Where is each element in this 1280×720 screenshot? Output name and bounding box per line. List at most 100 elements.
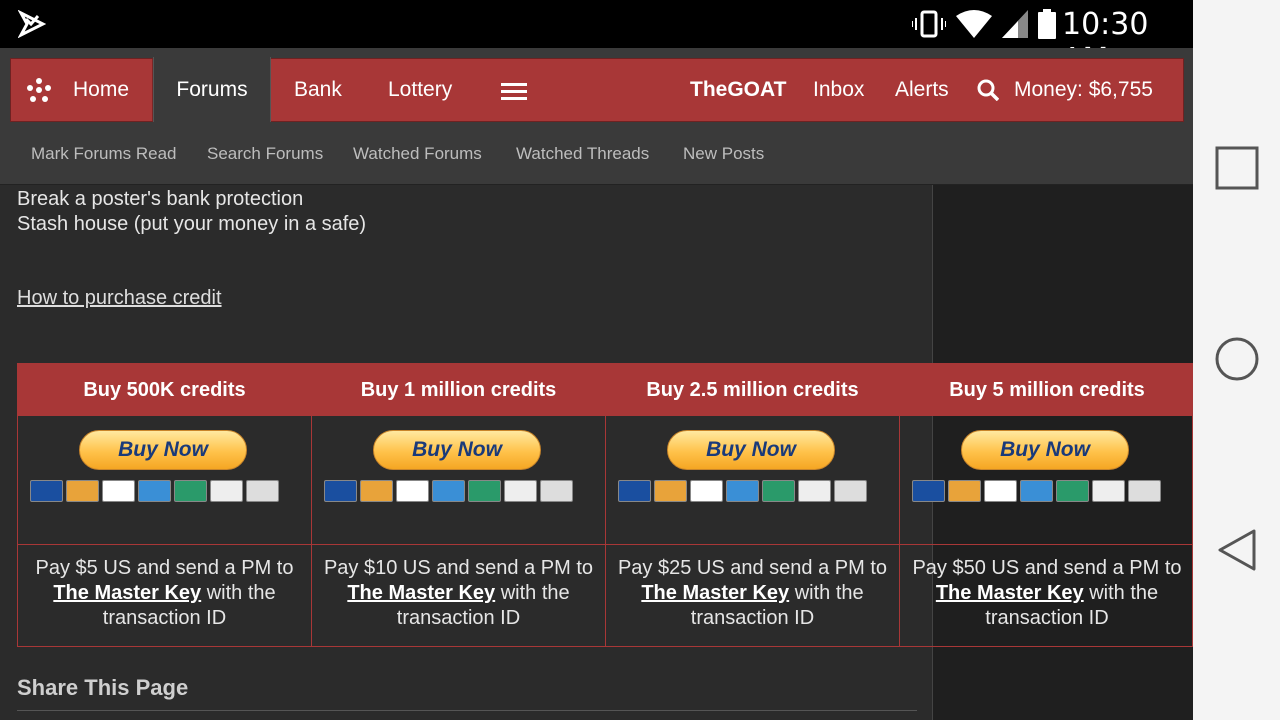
unionpay-icon <box>468 480 501 502</box>
buy-now-button[interactable]: Buy Now <box>373 430 541 470</box>
recents-button[interactable] <box>1193 128 1280 208</box>
pay-text: with the <box>1089 582 1159 604</box>
pay-text: transaction ID <box>985 607 1109 629</box>
subnav-watched-forums[interactable]: Watched Forums <box>353 144 482 164</box>
pay-text: transaction ID <box>102 607 227 629</box>
hamburger-icon[interactable] <box>501 83 527 101</box>
android-nav-bar <box>1193 0 1280 720</box>
pay-text: with the <box>794 582 864 604</box>
amex-icon <box>726 480 759 502</box>
credit-option: Buy 500K credits Buy Now Pay $5 US and s… <box>18 364 312 646</box>
master-key-link[interactable]: The Master Key <box>347 582 495 604</box>
pay-text: Pay $50 US and send a PM to <box>912 557 1182 579</box>
subnav-mark-forums-read[interactable]: Mark Forums Read <box>31 144 176 164</box>
pay-line: The Master Key with the <box>312 581 605 606</box>
discover-icon <box>1092 480 1125 502</box>
subnav-new-posts[interactable]: New Posts <box>683 144 764 164</box>
wifi-icon <box>956 10 992 38</box>
maestro-icon <box>912 480 945 502</box>
subnav-watched-threads[interactable]: Watched Threads <box>516 144 649 164</box>
pay-text: Pay $5 US and send a PM to <box>35 557 294 579</box>
back-button[interactable] <box>1193 510 1280 590</box>
credits-table: Buy 500K credits Buy Now Pay $5 US and s… <box>17 363 1193 647</box>
maestro-icon <box>324 480 357 502</box>
credit-title: Buy 2.5 million credits <box>606 364 899 416</box>
pay-text: with the <box>206 582 276 604</box>
visa-icon <box>396 480 429 502</box>
nav-home[interactable]: Home <box>11 59 153 121</box>
nav-lottery[interactable]: Lottery <box>388 59 452 121</box>
battery-icon <box>1038 9 1056 39</box>
payment-cards <box>30 480 279 502</box>
back-triangle-icon <box>1218 529 1255 571</box>
pay-text: transaction ID <box>690 607 815 629</box>
mastercard-icon <box>948 480 981 502</box>
visa-icon <box>984 480 1017 502</box>
pay-text: Pay $25 US and send a PM to <box>617 557 888 579</box>
master-key-link[interactable]: The Master Key <box>641 582 789 604</box>
master-key-link[interactable]: The Master Key <box>53 582 201 604</box>
buy-cell: Buy Now <box>606 416 899 545</box>
amex-icon <box>1020 480 1053 502</box>
main-nav: Home Forums Bank Lottery TheGOAT Inbox A… <box>10 57 1184 123</box>
sub-nav: Mark Forums Read Search Forums Watched F… <box>0 122 1193 185</box>
nav-inbox[interactable]: Inbox <box>813 59 864 121</box>
credit-option: Buy 5 million credits Buy Now Pay $50 US… <box>900 364 1193 646</box>
subnav-search-forums[interactable]: Search Forums <box>207 144 323 164</box>
pay-line: The Master Key with the <box>18 581 311 606</box>
divider <box>17 710 917 711</box>
buy-now-button[interactable]: Buy Now <box>667 430 835 470</box>
maestro-icon <box>30 480 63 502</box>
amex-icon <box>138 480 171 502</box>
master-key-link[interactable]: The Master Key <box>936 582 1084 604</box>
square-icon <box>1215 146 1258 190</box>
bank-icon <box>1128 480 1161 502</box>
unionpay-icon <box>174 480 207 502</box>
status-icons <box>912 9 1056 39</box>
circle-icon <box>1215 337 1258 381</box>
pay-text: transaction ID <box>396 607 521 629</box>
bank-icon <box>834 480 867 502</box>
buy-now-button[interactable]: Buy Now <box>79 430 247 470</box>
pay-line: The Master Key with the <box>606 581 899 606</box>
home-button[interactable] <box>1193 319 1280 399</box>
credit-option: Buy 1 million credits Buy Now Pay $10 US… <box>312 364 606 646</box>
buy-cell: Buy Now <box>18 416 311 545</box>
bank-icon <box>246 480 279 502</box>
credit-title: Buy 500K credits <box>18 364 311 416</box>
nav-bank[interactable]: Bank <box>294 59 342 121</box>
credit-title: Buy 1 million credits <box>312 364 605 416</box>
unionpay-icon <box>762 480 795 502</box>
web-page: Home Forums Bank Lottery TheGOAT Inbox A… <box>0 48 1193 720</box>
pay-text: Pay $10 US and send a PM to <box>323 557 594 579</box>
discover-icon <box>798 480 831 502</box>
howto-link[interactable]: How to purchase credit <box>17 287 222 310</box>
content-line: Break a poster's bank protection <box>17 188 304 210</box>
mastercard-icon <box>360 480 393 502</box>
pay-text: with the <box>500 582 570 604</box>
nav-user[interactable]: TheGOAT <box>690 59 786 121</box>
share-heading: Share This Page <box>17 675 189 700</box>
search-icon[interactable] <box>977 79 999 101</box>
nav-money[interactable]: Money: $6,755 <box>1014 59 1153 121</box>
maestro-icon <box>618 480 651 502</box>
payment-instructions: Pay $10 US and send a PM to The Master K… <box>312 556 605 631</box>
nav-home-label: Home <box>73 78 130 101</box>
payment-instructions: Pay $50 US and send a PM to The Master K… <box>900 556 1193 631</box>
nav-alerts[interactable]: Alerts <box>895 59 949 121</box>
payment-instructions: Pay $5 US and send a PM to The Master Ke… <box>18 556 311 631</box>
discover-icon <box>504 480 537 502</box>
pay-line: The Master Key with the <box>900 581 1193 606</box>
payment-cards <box>618 480 867 502</box>
credit-option: Buy 2.5 million credits Buy Now Pay $25 … <box>606 364 900 646</box>
visa-icon <box>102 480 135 502</box>
nav-forums[interactable]: Forums <box>153 57 271 123</box>
payment-instructions: Pay $25 US and send a PM to The Master K… <box>606 556 899 631</box>
payment-cards <box>912 480 1161 502</box>
vibrate-icon <box>912 10 946 38</box>
buy-now-button[interactable]: Buy Now <box>961 430 1129 470</box>
header: Home Forums Bank Lottery TheGOAT Inbox A… <box>0 48 1193 185</box>
mastercard-icon <box>654 480 687 502</box>
bank-icon <box>540 480 573 502</box>
content-line: Stash house (put your money in a safe) <box>17 213 367 235</box>
